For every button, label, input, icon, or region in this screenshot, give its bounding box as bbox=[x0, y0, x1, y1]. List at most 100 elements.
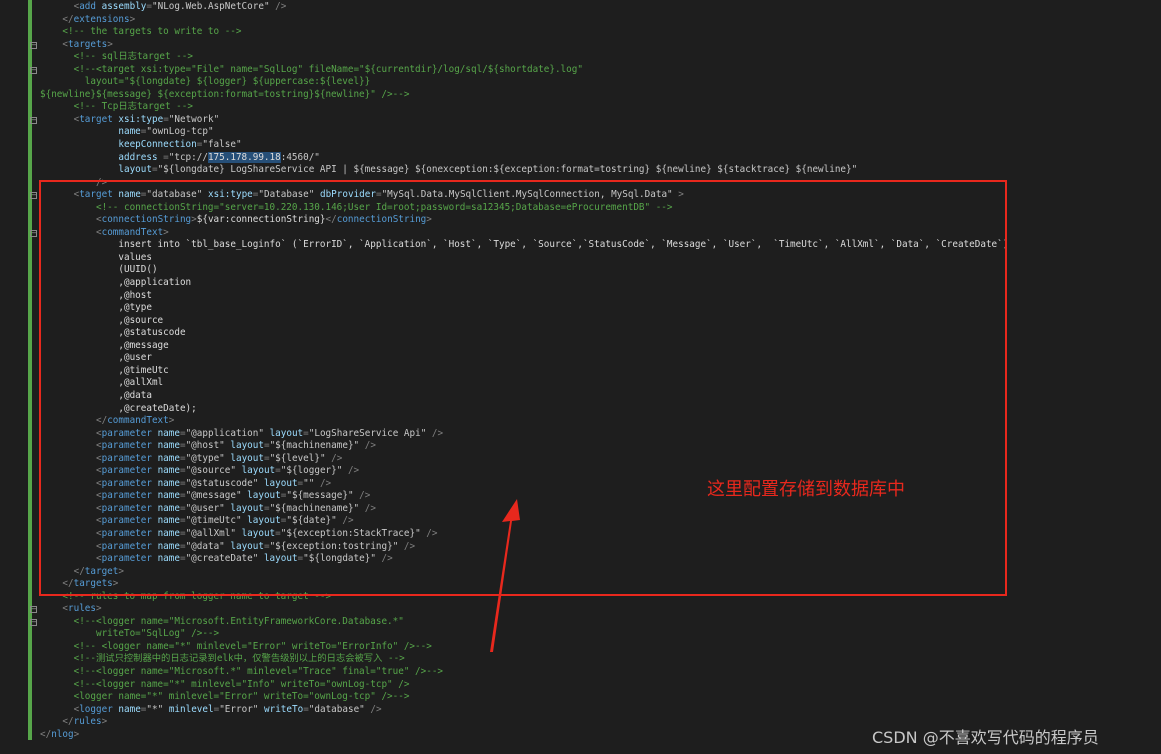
code-token: layout="${longdate} ${logger} ${uppercas… bbox=[84, 76, 371, 88]
code-line[interactable]: </extensions> bbox=[40, 14, 1155, 27]
fold-toggle-icon[interactable]: − bbox=[30, 229, 37, 237]
code-token: "database" bbox=[308, 703, 365, 715]
code-token: > bbox=[129, 13, 136, 25]
code-line[interactable]: writeTo="SqlLog" />--> bbox=[40, 628, 1155, 641]
annotation-text: 这里配置存储到数据库中 bbox=[707, 479, 905, 500]
code-line[interactable]: <!-- sql日志target --> bbox=[40, 51, 1155, 64]
code-token: keepConnection bbox=[118, 139, 197, 151]
watermark: CSDN @不喜欢写代码的程序员 bbox=[872, 728, 1099, 747]
code-token: <!--<logger name="Microsoft.EntityFramew… bbox=[73, 615, 404, 627]
code-token: writeTo="SqlLog" />--> bbox=[95, 628, 220, 640]
code-line[interactable]: <!-- <logger name="*" minlevel="Error" w… bbox=[40, 641, 1155, 654]
code-token: ${newline}${message} ${exception:format=… bbox=[40, 88, 410, 100]
code-token: <!--<target xsi:type="File" name="SqlLog… bbox=[73, 63, 583, 75]
code-token: <!-- the targets to write to --> bbox=[62, 26, 242, 38]
code-line[interactable]: <!-- Tcp日志target --> bbox=[40, 101, 1155, 114]
code-token: targets bbox=[68, 38, 108, 50]
code-line[interactable]: layout="${longdate} LogShareService API … bbox=[40, 164, 1155, 177]
code-token: "tcp:// bbox=[168, 151, 208, 163]
code-token: address bbox=[118, 151, 164, 163]
code-token: name bbox=[118, 703, 141, 715]
code-line[interactable]: <!--<logger name="Microsoft.EntityFramew… bbox=[40, 616, 1155, 629]
code-line[interactable]: keepConnection="false" bbox=[40, 139, 1155, 152]
code-line[interactable]: address ="tcp://175.178.99.18:4560/" bbox=[40, 151, 1155, 165]
code-token: <logger name="*" minlevel="Error" writeT… bbox=[73, 691, 410, 703]
code-token: > bbox=[73, 728, 80, 740]
code-token: "Error" bbox=[219, 703, 259, 715]
code-line[interactable]: <!--<logger name="*" minlevel="Info" wri… bbox=[40, 679, 1155, 692]
code-line[interactable]: name="ownLog-tcp" bbox=[40, 126, 1155, 139]
editor-gutter bbox=[0, 0, 28, 754]
code-token: /> bbox=[364, 703, 382, 715]
fold-toggle-icon[interactable]: − bbox=[30, 192, 37, 200]
code-token: logger bbox=[79, 703, 113, 715]
code-line[interactable]: <logger name="*" minlevel="Error" writeT… bbox=[40, 704, 1155, 717]
code-token: rules bbox=[73, 716, 102, 728]
code-token: <!-- <logger name="*" minlevel="Error" w… bbox=[73, 640, 432, 652]
code-token: writeTo bbox=[264, 703, 304, 715]
code-line[interactable]: <!-- the targets to write to --> bbox=[40, 26, 1155, 39]
code-token: add bbox=[79, 1, 96, 12]
fold-toggle-icon[interactable]: − bbox=[30, 66, 37, 74]
code-token: </ bbox=[62, 13, 74, 25]
code-token: :4560/" bbox=[280, 151, 320, 163]
code-token: "Network" bbox=[168, 113, 220, 125]
code-token: target bbox=[79, 113, 113, 125]
highlight-box bbox=[39, 180, 1007, 596]
change-indicator-bar bbox=[28, 0, 32, 740]
fold-toggle-icon[interactable]: − bbox=[30, 41, 37, 49]
code-token: nlog bbox=[51, 728, 74, 740]
code-line[interactable]: <add assembly="NLog.Web.AspNetCore" /> bbox=[40, 1, 1155, 14]
code-token: </ bbox=[40, 728, 52, 740]
code-line[interactable]: <rules> bbox=[40, 603, 1155, 616]
code-line[interactable]: <targets> bbox=[40, 39, 1155, 52]
code-token: name bbox=[118, 126, 141, 138]
fold-toggle-icon[interactable]: − bbox=[30, 606, 37, 614]
code-token: "${longdate} LogShareService API | ${mes… bbox=[157, 164, 858, 176]
code-line[interactable]: <target xsi:type="Network" bbox=[40, 114, 1155, 127]
code-token: xsi:type bbox=[118, 113, 164, 125]
code-line[interactable]: <!--测试只控制器中的日志记录到elk中，仅警告级别以上的日志会被写入 --> bbox=[40, 653, 1155, 666]
code-token: <!-- Tcp日志target --> bbox=[73, 101, 193, 113]
code-token: extensions bbox=[73, 13, 130, 25]
code-token: > bbox=[107, 38, 113, 50]
code-token: "*" bbox=[146, 703, 164, 715]
code-token: > bbox=[96, 603, 102, 615]
fold-toggle-icon[interactable]: − bbox=[30, 618, 37, 626]
code-line[interactable]: <!--<target xsi:type="File" name="SqlLog… bbox=[40, 64, 1155, 77]
code-line[interactable]: <!--<logger name="Microsoft.*" minlevel=… bbox=[40, 666, 1155, 679]
code-token: <!--<logger name="Microsoft.*" minlevel=… bbox=[73, 665, 444, 677]
code-line[interactable]: layout="${longdate} ${logger} ${uppercas… bbox=[40, 76, 1155, 89]
code-token: "ownLog-tcp" bbox=[146, 126, 214, 138]
code-token: rules bbox=[68, 603, 96, 615]
code-token: <!--测试只控制器中的日志记录到elk中，仅警告级别以上的日志会被写入 --> bbox=[73, 653, 405, 665]
code-line[interactable]: <logger name="*" minlevel="Error" writeT… bbox=[40, 691, 1155, 704]
code-token: 175.178.99.18 bbox=[207, 151, 281, 163]
fold-toggle-icon[interactable]: − bbox=[30, 116, 37, 124]
code-line[interactable]: ${newline}${message} ${exception:format=… bbox=[40, 89, 1155, 102]
code-token: "NLog.Web.AspNetCore" bbox=[152, 1, 270, 12]
